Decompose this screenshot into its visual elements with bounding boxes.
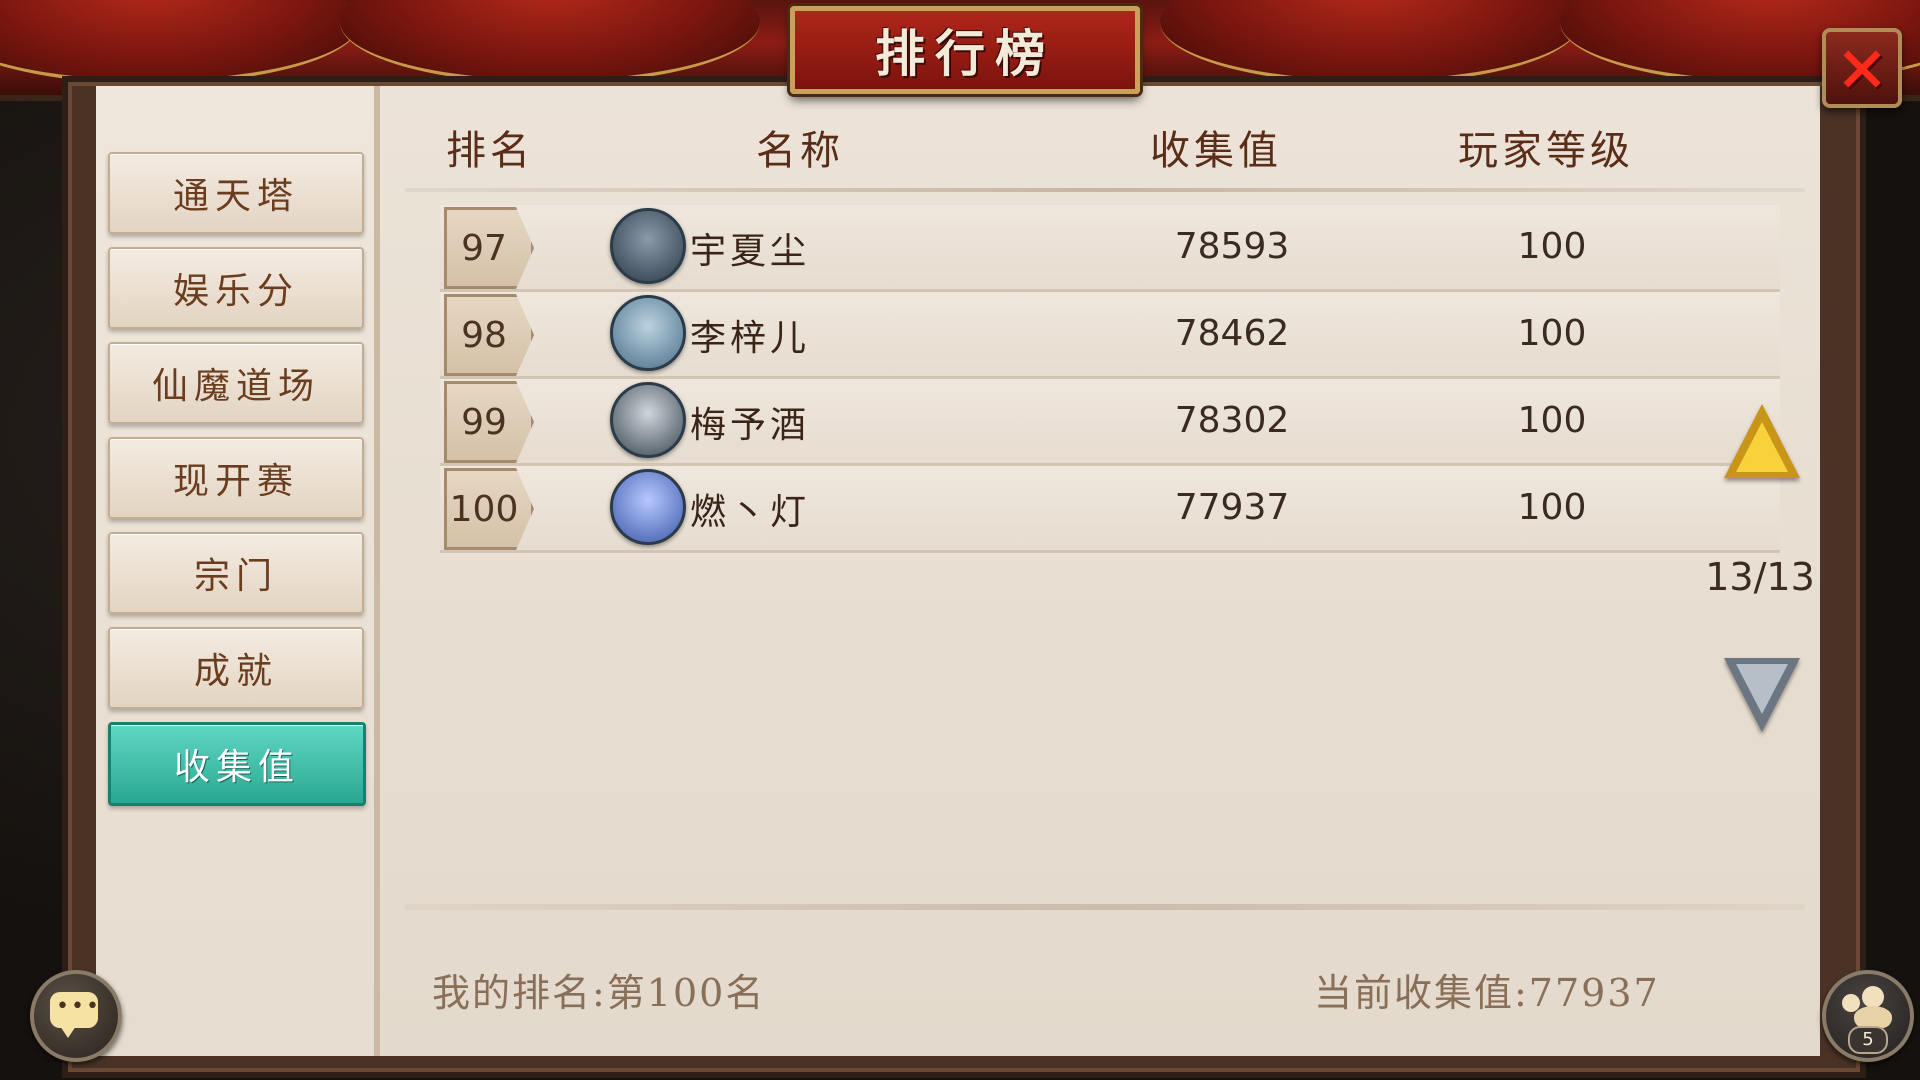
rank-number: 97 xyxy=(461,227,507,269)
sidebar-item-label: 通天塔 xyxy=(172,176,299,217)
sidebar-item-xianmo-daochang[interactable]: 仙魔道场 xyxy=(108,342,364,424)
rank-number: 100 xyxy=(449,488,519,530)
header-name: 名称 xyxy=(756,128,844,174)
avatar[interactable] xyxy=(610,295,686,371)
avatar[interactable] xyxy=(610,208,686,284)
sidebar-item-yulefen[interactable]: 娱乐分 xyxy=(108,247,364,329)
sidebar-item-tongtianta[interactable]: 通天塔 xyxy=(108,152,364,234)
player-level: 100 xyxy=(1517,226,1587,267)
sidebar-item-zongmen[interactable]: 宗门 xyxy=(108,532,364,614)
chat-button[interactable]: ••• xyxy=(30,970,122,1062)
sidebar-item-label: 宗门 xyxy=(193,556,278,597)
rank-number: 98 xyxy=(461,314,507,356)
player-level: 100 xyxy=(1517,313,1587,354)
friends-icon-body xyxy=(1854,1006,1892,1028)
friends-count-badge: 5 xyxy=(1848,1026,1888,1054)
sidebar-item-shoujizhi[interactable]: 收集值 xyxy=(108,722,366,806)
sidebar-item-xiankaisai[interactable]: 现开赛 xyxy=(108,437,364,519)
curtain-swag-mid-right xyxy=(1160,0,1580,84)
friends-icon-secondary xyxy=(1842,994,1860,1012)
player-name: 李梓儿 xyxy=(690,318,811,359)
sidebar-item-label: 仙魔道场 xyxy=(151,366,320,407)
header-collection-value: 收集值 xyxy=(1150,128,1282,174)
close-button[interactable]: × xyxy=(1822,28,1902,108)
page-down-arrow-highlight xyxy=(1736,664,1788,714)
rank-badge: 98 xyxy=(444,294,534,376)
header-rank: 排名 xyxy=(446,128,534,174)
collection-value: 77937 xyxy=(1174,487,1290,528)
curtain-swag-left xyxy=(0,0,360,84)
avatar[interactable] xyxy=(610,469,686,545)
my-rank-text: 我的排名:第100名 xyxy=(432,971,766,1015)
close-icon: × xyxy=(1835,30,1889,105)
sidebar-item-label: 成就 xyxy=(193,651,278,692)
header-divider xyxy=(405,188,1805,192)
player-name: 梅予酒 xyxy=(690,405,811,446)
title-plaque: 排行榜 xyxy=(790,6,1140,94)
collection-value: 78462 xyxy=(1174,313,1290,354)
friends-button[interactable]: 5 xyxy=(1822,970,1914,1062)
header-player-level: 玩家等级 xyxy=(1458,128,1634,174)
sidebar-item-label: 现开赛 xyxy=(172,461,299,502)
rank-badge: 97 xyxy=(444,207,534,289)
avatar[interactable] xyxy=(610,382,686,458)
rank-badge: 100 xyxy=(444,468,534,550)
chat-dots: ••• xyxy=(56,994,101,1019)
rank-number: 99 xyxy=(461,401,507,443)
rank-badge: 99 xyxy=(444,381,534,463)
player-level: 100 xyxy=(1517,400,1587,441)
collection-value: 78593 xyxy=(1174,226,1290,267)
page-up-arrow-highlight xyxy=(1736,422,1788,472)
sidebar-item-chengjiu[interactable]: 成就 xyxy=(108,627,364,709)
footer-divider xyxy=(405,904,1805,910)
curtain-swag-mid-left xyxy=(340,0,760,84)
collection-value: 78302 xyxy=(1174,400,1290,441)
page-title: 排行榜 xyxy=(875,24,1055,83)
current-collection-value-text: 当前收集值:77937 xyxy=(1314,971,1660,1015)
sidebar-item-label: 收集值 xyxy=(173,747,300,788)
sidebar-item-label: 娱乐分 xyxy=(172,271,299,312)
friends-icon xyxy=(1862,986,1884,1008)
page-indicator: 13/13 xyxy=(1705,555,1815,599)
player-name: 宇夏尘 xyxy=(690,231,811,272)
player-name: 燃丶灯 xyxy=(690,492,811,533)
player-level: 100 xyxy=(1517,487,1587,528)
